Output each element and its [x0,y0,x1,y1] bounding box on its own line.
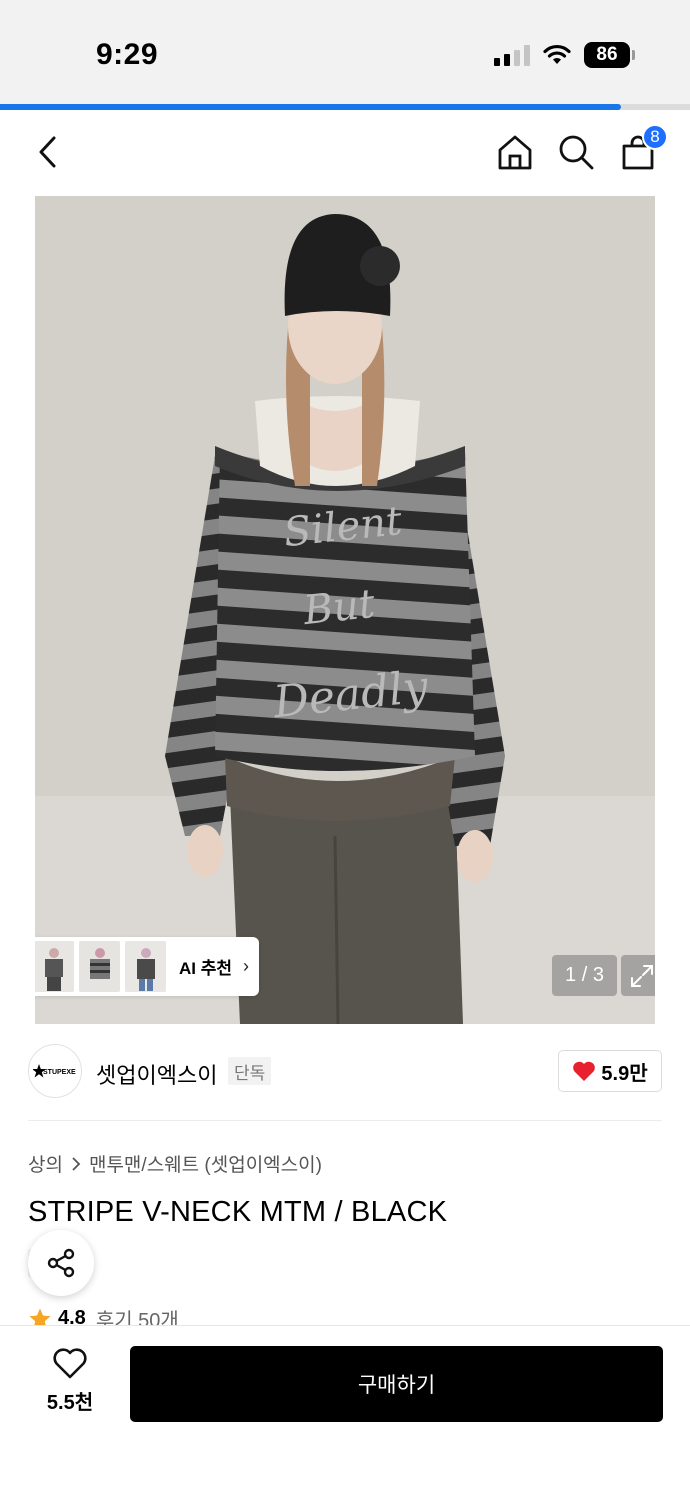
wifi-icon [543,44,571,64]
battery-icon: 86 [584,42,635,68]
brand-logo-mark: STUPEXE [33,1064,76,1078]
bottom-action-bar: 5.5천 구매하기 [0,1325,690,1500]
brand-exclusive-tag: 단독 [228,1057,272,1085]
brand-like-count: 5.9만 [601,1062,648,1085]
breadcrumb-item-category[interactable]: 상의 [28,1150,63,1177]
brand-like-button[interactable]: 5.9만 [558,1050,662,1092]
fullscreen-button[interactable] [621,955,655,996]
top-nav: 8 [0,110,690,194]
ai-thumb-1 [35,941,74,992]
back-button[interactable] [26,130,70,174]
buy-button[interactable]: 구매하기 [130,1346,663,1422]
share-button[interactable] [28,1230,94,1296]
product-title: STRIPE V-NECK MTM / BLACK [28,1196,448,1228]
home-icon [498,135,532,170]
breadcrumb: 상의 맨투맨/스웨트 (셋업이엑스이) [28,1150,322,1177]
brand-name[interactable]: 셋업이엑스이 [96,1058,217,1090]
cart-count-badge: 8 [642,124,668,150]
back-arrow-icon [39,136,56,168]
brand-row: STUPEXE 셋업이엑스이 단독 5.9만 [28,1042,662,1100]
divider [28,1120,662,1121]
status-indicators: 86 [494,42,635,68]
home-button[interactable] [493,130,537,174]
ai-recommend-chip[interactable]: AI 추천 › [35,937,259,996]
brand-logo-text: STUPEXE [43,1069,76,1076]
cart-button[interactable]: 8 [616,124,668,174]
product-photo: Silent But Deadly [35,196,655,1024]
wishlist-button[interactable]: 5.5천 [30,1348,110,1418]
heart-outline-icon [53,1348,87,1379]
print-line-2: But [300,581,378,634]
ai-thumb-2 [79,941,120,992]
heart-filled-icon [573,1061,596,1081]
ai-thumb-3 [125,941,166,992]
image-page-counter: 1 / 3 [552,955,617,996]
breadcrumb-item-subcategory[interactable]: 맨투맨/스웨트 (셋업이엑스이) [89,1150,322,1177]
cellular-signal-icon [494,44,530,66]
search-button[interactable] [554,130,598,174]
share-icon [47,1248,75,1278]
wishlist-count: 5.5천 [46,1392,94,1414]
product-image-carousel[interactable]: Silent But Deadly AI 추천 › 1 / 3 [35,196,655,1024]
search-icon [559,135,594,170]
status-bar: 9:29 86 [0,0,690,104]
expand-icon [630,964,653,987]
status-time: 9:29 [96,38,159,71]
chevron-right-icon [72,1156,81,1171]
brand-logo[interactable]: STUPEXE [28,1044,82,1098]
chevron-right-icon: › [243,956,250,976]
ai-recommend-label: AI 추천 [179,959,233,978]
